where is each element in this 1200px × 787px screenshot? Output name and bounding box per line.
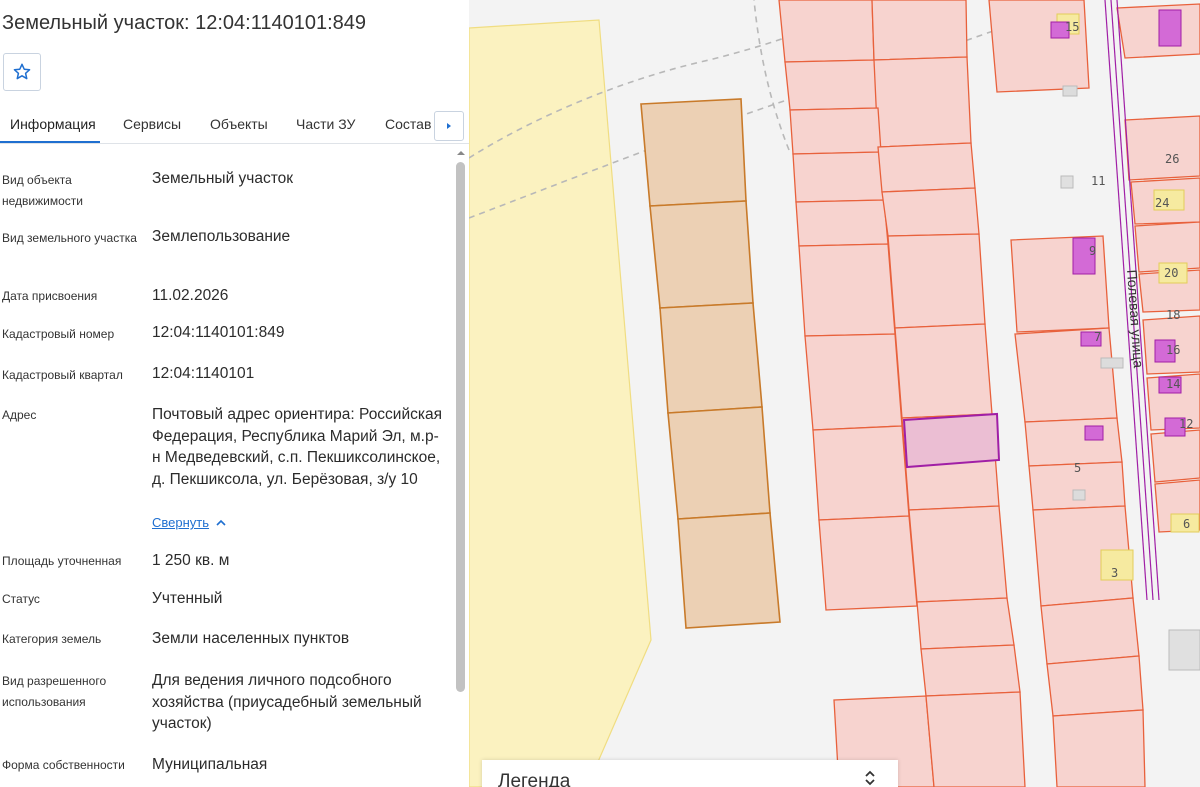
kind-value: Земельный участок — [152, 170, 294, 187]
scrollbar-thumb[interactable] — [456, 162, 465, 692]
legend-title: Легенда — [498, 771, 571, 787]
date-value: 11.02.2026 — [152, 287, 229, 304]
house-number-6: 6 — [1183, 517, 1190, 531]
house-number-3: 3 — [1111, 566, 1118, 580]
cad-quarter-value: 12:04:1140101 — [152, 365, 255, 382]
cad-number-value: 12:04:1140101:849 — [152, 324, 285, 341]
tab-composition[interactable]: Состав — [385, 116, 431, 132]
chevron-right-icon — [447, 123, 451, 129]
parcel-type-label: Вид земельного участка — [2, 231, 137, 245]
status-value: Учтенный — [152, 590, 223, 607]
ownership-value: Муниципальная — [152, 756, 268, 773]
tab-parts[interactable]: Части ЗУ — [296, 116, 355, 132]
house-number-14: 14 — [1166, 377, 1180, 391]
category-label: Категория земель — [2, 632, 102, 646]
house-number-5: 5 — [1074, 461, 1081, 475]
cad-quarter-label: Кадастровый квартал — [2, 368, 123, 382]
house-number-12: 12 — [1179, 417, 1193, 431]
house-number-9: 9 — [1089, 244, 1096, 258]
favorite-button[interactable] — [3, 53, 41, 91]
category-value: Земли населенных пунктов — [152, 630, 350, 647]
ownership-label: Форма собственности — [2, 758, 125, 772]
tab-info[interactable]: Информация — [10, 116, 96, 132]
status-label: Статус — [2, 592, 40, 606]
selected-parcel[interactable] — [902, 412, 1001, 469]
area-value: 1 250 кв. м — [152, 552, 230, 569]
parcel-type-value: Землепользование — [152, 228, 291, 245]
house-number-15: 15 — [1065, 20, 1079, 34]
scroll-up-arrow-icon[interactable] — [455, 147, 467, 159]
house-number-20: 20 — [1164, 266, 1178, 280]
kind-label: Вид объекта недвижимости — [2, 173, 83, 208]
map-canvas: 15 26 11 24 9 20 18 7 16 14 12 5 6 3 Пол… — [469, 0, 1200, 787]
address-value: Почтовый адрес ориентира: Российская Фед… — [152, 406, 443, 488]
field-polygon — [469, 19, 652, 787]
chevron-up-down-icon[interactable] — [860, 768, 880, 787]
area-label: Площадь уточненная — [2, 554, 122, 568]
info-panel: Земельный участок: 12:04:1140101:849 Инф… — [0, 0, 469, 787]
collapse-link[interactable]: Свернуть — [152, 515, 227, 530]
tabs-scroll-right-button[interactable] — [434, 111, 464, 141]
usage-label: Вид разрешенного использования — [2, 674, 107, 709]
chevron-up-icon — [216, 519, 226, 526]
page-title: Земельный участок: 12:04:1140101:849 — [2, 12, 367, 34]
house-number-16: 16 — [1166, 343, 1180, 357]
brown-parcel-group — [640, 98, 781, 629]
house-number-24: 24 — [1155, 196, 1169, 210]
house-number-7: 7 — [1094, 330, 1101, 344]
house-number-18: 18 — [1166, 308, 1180, 322]
usage-value: Для ведения личного подсобного хозяйства… — [152, 672, 422, 732]
date-label: Дата присвоения — [2, 289, 98, 303]
star-outline-icon — [13, 63, 31, 80]
collapse-link-label: Свернуть — [152, 515, 210, 530]
tab-objects[interactable]: Объекты — [210, 116, 268, 132]
tab-bar: Информация Сервисы Объекты Части ЗУ Сост… — [0, 108, 469, 144]
house-number-26: 26 — [1165, 152, 1179, 166]
tab-services[interactable]: Сервисы — [123, 116, 181, 132]
house-number-11: 11 — [1091, 174, 1105, 188]
parcel-grid — [778, 0, 1200, 787]
legend-panel: Легенда — [482, 760, 898, 787]
cadastral-map[interactable]: 15 26 11 24 9 20 18 7 16 14 12 5 6 3 Пол… — [469, 0, 1200, 787]
active-tab-indicator — [0, 141, 100, 143]
cad-number-label: Кадастровый номер — [2, 327, 115, 341]
address-label: Адрес — [2, 408, 37, 422]
